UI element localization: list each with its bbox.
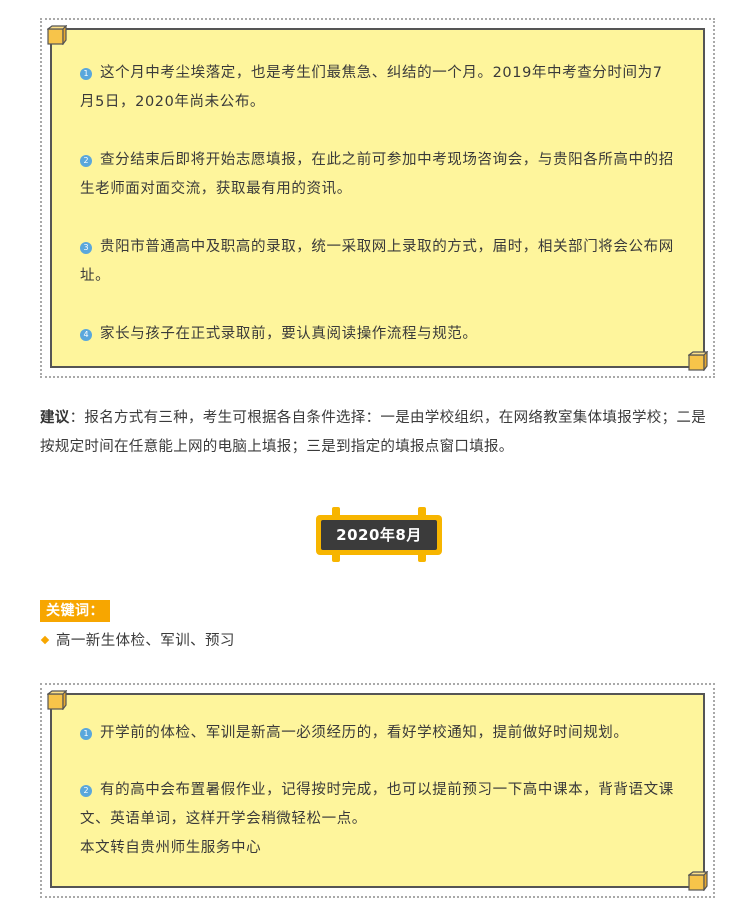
- number-bullet-icon: 3: [80, 242, 92, 254]
- note-item: 1 开学前的体检、军训是新高一必须经历的，看好学校通知，提前做好时间规划。: [80, 719, 675, 748]
- folded-corner-icon: [47, 25, 67, 45]
- sticky-note-2: 1 开学前的体检、军训是新高一必须经历的，看好学校通知，提前做好时间规划。 2 有的…: [47, 690, 708, 891]
- keyword-text: 高一新生体检、军训、预习: [56, 633, 235, 649]
- note-frame-2: 1 开学前的体检、军训是新高一必须经历的，看好学校通知，提前做好时间规划。 2 有的…: [40, 683, 715, 898]
- banner-box: 2020年8月: [316, 515, 442, 555]
- banner-label: 2020年8月: [321, 520, 437, 550]
- note-item-text: 家长与孩子在正式录取前，要认真阅读操作流程与规范。: [100, 326, 478, 342]
- note-frame-1: 1 这个月中考尘埃落定，也是考生们最焦急、纠结的一个月。2019年中考查分时间为7…: [40, 18, 715, 378]
- note-item-text: 有的高中会布置暑假作业，记得按时完成，也可以提前预习一下高中课本，背背语文课文、…: [80, 782, 674, 827]
- keyword-list-item: 高一新生体检、军训、预习: [40, 630, 235, 652]
- note-item-text: 这个月中考尘埃落定，也是考生们最焦急、纠结的一个月。2019年中考查分时间为7月…: [80, 65, 663, 110]
- note-item-text: 开学前的体检、军训是新高一必须经历的，看好学校通知，提前做好时间规划。: [100, 725, 629, 741]
- folded-corner-icon: [688, 871, 708, 891]
- note-item: 2 查分结束后即将开始志愿填报，在此之前可参加中考现场咨询会，与贵阳各所高中的招生…: [80, 146, 675, 204]
- keywords-label: 关键词：: [40, 600, 110, 622]
- number-bullet-icon: 4: [80, 329, 92, 341]
- advice-text: ：报名方式有三种，考生可根据各自条件选择：一是由学校组织，在网络教室集体填报学校…: [40, 410, 707, 455]
- folded-corner-icon: [688, 351, 708, 371]
- note-item: 1 这个月中考尘埃落定，也是考生们最焦急、纠结的一个月。2019年中考查分时间为7…: [80, 59, 675, 117]
- advice-label: 建议: [40, 410, 70, 426]
- number-bullet-icon: 1: [80, 68, 92, 80]
- note-item-text: 查分结束后即将开始志愿填报，在此之前可参加中考现场咨询会，与贵阳各所高中的招生老…: [80, 152, 674, 197]
- folded-corner-icon: [47, 690, 67, 710]
- advice-paragraph: 建议：报名方式有三种，考生可根据各自条件选择：一是由学校组织，在网络教室集体填报…: [40, 404, 720, 462]
- diamond-bullet-icon: [40, 635, 50, 645]
- note-item: 2 有的高中会布置暑假作业，记得按时完成，也可以提前预习一下高中课本，背背语文课文…: [80, 776, 675, 834]
- month-banner: 2020年8月: [316, 507, 442, 562]
- number-bullet-icon: 1: [80, 728, 92, 740]
- note-item-text: 贵阳市普通高中及职高的录取，统一采取网上录取的方式，届时，相关部门将会公布网址。: [80, 239, 674, 284]
- note-item: 3 贵阳市普通高中及职高的录取，统一采取网上录取的方式，届时，相关部门将会公布网址…: [80, 233, 675, 291]
- source-note: 本文转自贵州师生服务中心: [80, 840, 262, 856]
- number-bullet-icon: 2: [80, 785, 92, 797]
- sticky-note-1: 1 这个月中考尘埃落定，也是考生们最焦急、纠结的一个月。2019年中考查分时间为7…: [47, 25, 708, 371]
- note-item: 4 家长与孩子在正式录取前，要认真阅读操作流程与规范。: [80, 320, 675, 349]
- number-bullet-icon: 2: [80, 155, 92, 167]
